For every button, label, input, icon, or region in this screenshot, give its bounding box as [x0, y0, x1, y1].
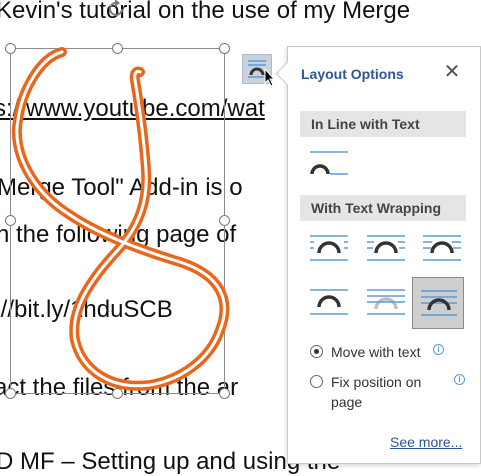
wrap-through-icon: [423, 235, 461, 261]
wrap-in-front-of-text-button[interactable]: [412, 277, 464, 329]
resize-handle-bottom-left[interactable]: [5, 388, 16, 399]
layout-options-title: Layout Options: [301, 66, 404, 82]
inline-section-heading: In Line with Text: [300, 111, 466, 137]
wrap-top-and-bottom-icon: [310, 289, 348, 315]
wrap-top-and-bottom-button[interactable]: [302, 277, 354, 329]
wrap-tight-icon: [367, 235, 405, 261]
info-icon[interactable]: i: [433, 344, 444, 355]
wrap-inline-with-text-button[interactable]: [302, 139, 354, 191]
wrap-square-button[interactable]: [302, 223, 354, 275]
wrap-behind-text-icon: [367, 289, 405, 315]
wrapping-section-heading: With Text Wrapping: [300, 195, 466, 221]
fix-position-label: Fix position on page: [331, 374, 422, 410]
fix-position-radio[interactable]: [310, 375, 323, 388]
wrap-square-icon: [310, 235, 348, 261]
layout-options-panel: Layout Options ✕ In Line with Text With …: [275, 46, 481, 464]
resize-handle-left[interactable]: [5, 215, 16, 226]
resize-handle-top[interactable]: [112, 43, 123, 54]
resize-handle-top-left[interactable]: [5, 43, 16, 54]
rotate-handle-icon[interactable]: [106, 0, 128, 18]
wrap-through-button[interactable]: [415, 223, 467, 275]
resize-handle-bottom[interactable]: [112, 388, 123, 399]
wrap-in-front-of-text-icon: [421, 290, 457, 316]
inline-with-text-icon: [310, 151, 348, 175]
wrap-behind-text-button[interactable]: [359, 277, 411, 329]
info-icon[interactable]: i: [454, 374, 465, 385]
resize-handle-bottom-right[interactable]: [219, 388, 230, 399]
see-more-link[interactable]: See more...: [390, 434, 462, 450]
wrap-tight-button[interactable]: [359, 223, 411, 275]
resize-handle-right[interactable]: [219, 215, 230, 226]
move-with-text-radio[interactable]: [310, 345, 323, 358]
close-icon[interactable]: ✕: [441, 61, 463, 83]
mouse-cursor-icon: [264, 68, 276, 87]
move-with-text-label: Move with text: [331, 344, 421, 360]
resize-handle-top-right[interactable]: [219, 43, 230, 54]
